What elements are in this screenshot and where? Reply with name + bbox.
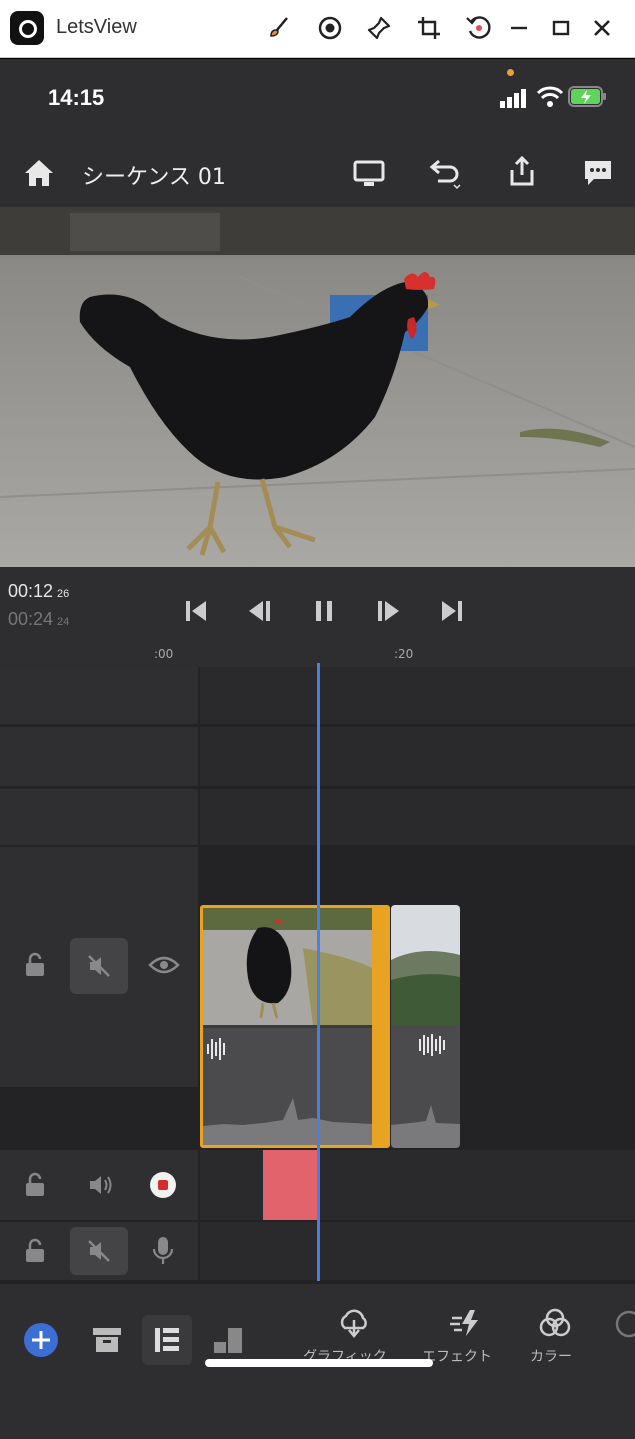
next-video-clip[interactable] [391,905,460,1148]
lock-icon[interactable] [22,1238,48,1264]
list-icon [155,1328,179,1352]
monitor-icon[interactable] [352,159,386,189]
tool-effects[interactable]: エフェクト [422,1306,512,1366]
close-icon[interactable] [584,10,620,46]
wifi-icon [536,86,564,107]
video-preview[interactable] [0,207,635,567]
pin-icon[interactable] [361,10,397,46]
current-frames: 26 [57,588,70,600]
track-header-empty [0,727,198,786]
mute-toggle[interactable] [70,1227,128,1275]
transport-bar: 00:12 26 00:24 24 [0,567,635,647]
track-header-empty [0,789,198,845]
steps-icon[interactable] [212,1325,244,1355]
pause-icon[interactable] [306,593,342,629]
letsview-logo-icon [10,11,44,45]
graphics-icon [340,1309,367,1338]
track-lane-empty [200,667,635,724]
effects-icon [450,1310,478,1336]
audio-track-header [0,1150,198,1220]
step-back-icon[interactable] [242,593,278,629]
ruler-mark: :20 [394,647,414,661]
video-track-header [0,847,198,1087]
mute-toggle[interactable] [70,938,128,994]
home-indicator[interactable] [205,1359,433,1367]
track-header-empty [0,667,198,724]
ruler-mark: :00 [154,647,174,661]
tracks-button[interactable] [142,1315,192,1365]
video-frame-image [0,207,635,567]
speaker-icon[interactable] [86,1171,116,1199]
skip-to-end-icon[interactable] [434,593,470,629]
more-tool-icon[interactable] [612,1308,635,1342]
tool-label: カラー [530,1349,572,1365]
microphone-icon[interactable] [150,1235,176,1267]
maximize-icon[interactable] [543,10,579,46]
letsview-title-bar: LetsView [0,0,635,58]
brush-icon[interactable] [262,10,298,46]
skip-to-start-icon[interactable] [178,593,214,629]
step-forward-icon[interactable] [370,593,406,629]
lock-icon[interactable] [22,1172,48,1198]
signal-icon [500,89,526,108]
comment-icon[interactable] [582,157,614,189]
lock-icon[interactable] [22,952,48,978]
speaker-muted-icon [88,1240,110,1262]
editor-header: シーケンス 01 [0,143,635,207]
share-icon[interactable] [506,155,538,189]
archive-icon[interactable] [91,1325,123,1355]
duration-timecode: 00:24 24 [8,609,69,630]
status-bar: 14:15 [0,59,635,143]
add-icon[interactable] [22,1321,60,1359]
playhead[interactable] [317,663,320,1281]
undo-icon[interactable] [426,157,462,191]
clip-audio-waveform [203,1028,372,1145]
duration-time: 00:24 [8,609,54,629]
color-icon [539,1308,571,1337]
eye-icon[interactable] [148,953,180,977]
selected-video-clip[interactable] [200,905,390,1148]
tool-color[interactable]: カラー [528,1306,588,1366]
home-icon[interactable] [22,157,56,189]
mic-track-lane [200,1222,635,1280]
recorded-audio-clip[interactable] [263,1150,317,1220]
track-lane-empty [200,789,635,845]
clip-thumbnail [391,905,460,1025]
mic-indicator-dot [507,69,514,76]
phone-screen: 14:15 シーケンス 01 00:12 26 00:24 24:00:20… [0,59,635,1439]
rotate-icon[interactable] [461,10,497,46]
current-time: 00:12 [8,581,54,601]
crop-icon[interactable] [411,10,447,46]
speaker-muted-icon [88,955,110,977]
status-time: 14:15 [48,85,105,110]
track-lane-empty [200,727,635,786]
record-audio-icon[interactable] [148,1170,178,1200]
clip-thumbnail [203,908,372,1025]
clip-audio-waveform [391,1034,460,1148]
app-title: LetsView [56,16,137,38]
sequence-title[interactable]: シーケンス 01 [82,159,226,191]
mic-track-header [0,1222,198,1280]
minimize-icon[interactable] [501,10,537,46]
battery-icon [568,86,606,107]
current-timecode: 00:12 26 [8,581,69,602]
tool-graphics[interactable]: グラフィック [303,1306,403,1366]
duration-frames: 24 [57,616,70,628]
record-icon[interactable] [312,10,348,46]
